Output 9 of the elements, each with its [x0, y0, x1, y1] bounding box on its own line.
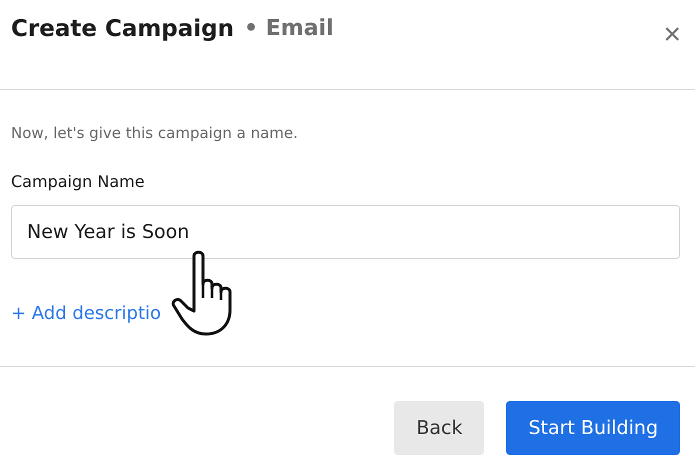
intro-text: Now, let's give this campaign a name. [11, 124, 299, 142]
close-button[interactable]: × [663, 20, 681, 50]
channel-label: • Email [244, 16, 334, 41]
start-building-button[interactable]: Start Building [506, 401, 680, 455]
campaign-name-field[interactable]: New Year is Soon [11, 205, 680, 259]
add-description-link[interactable]: + Add descriptio [11, 303, 162, 324]
dialog-title: Create Campaign [11, 16, 234, 42]
field-label: Campaign Name [11, 172, 146, 191]
back-button[interactable]: Back [394, 401, 484, 455]
